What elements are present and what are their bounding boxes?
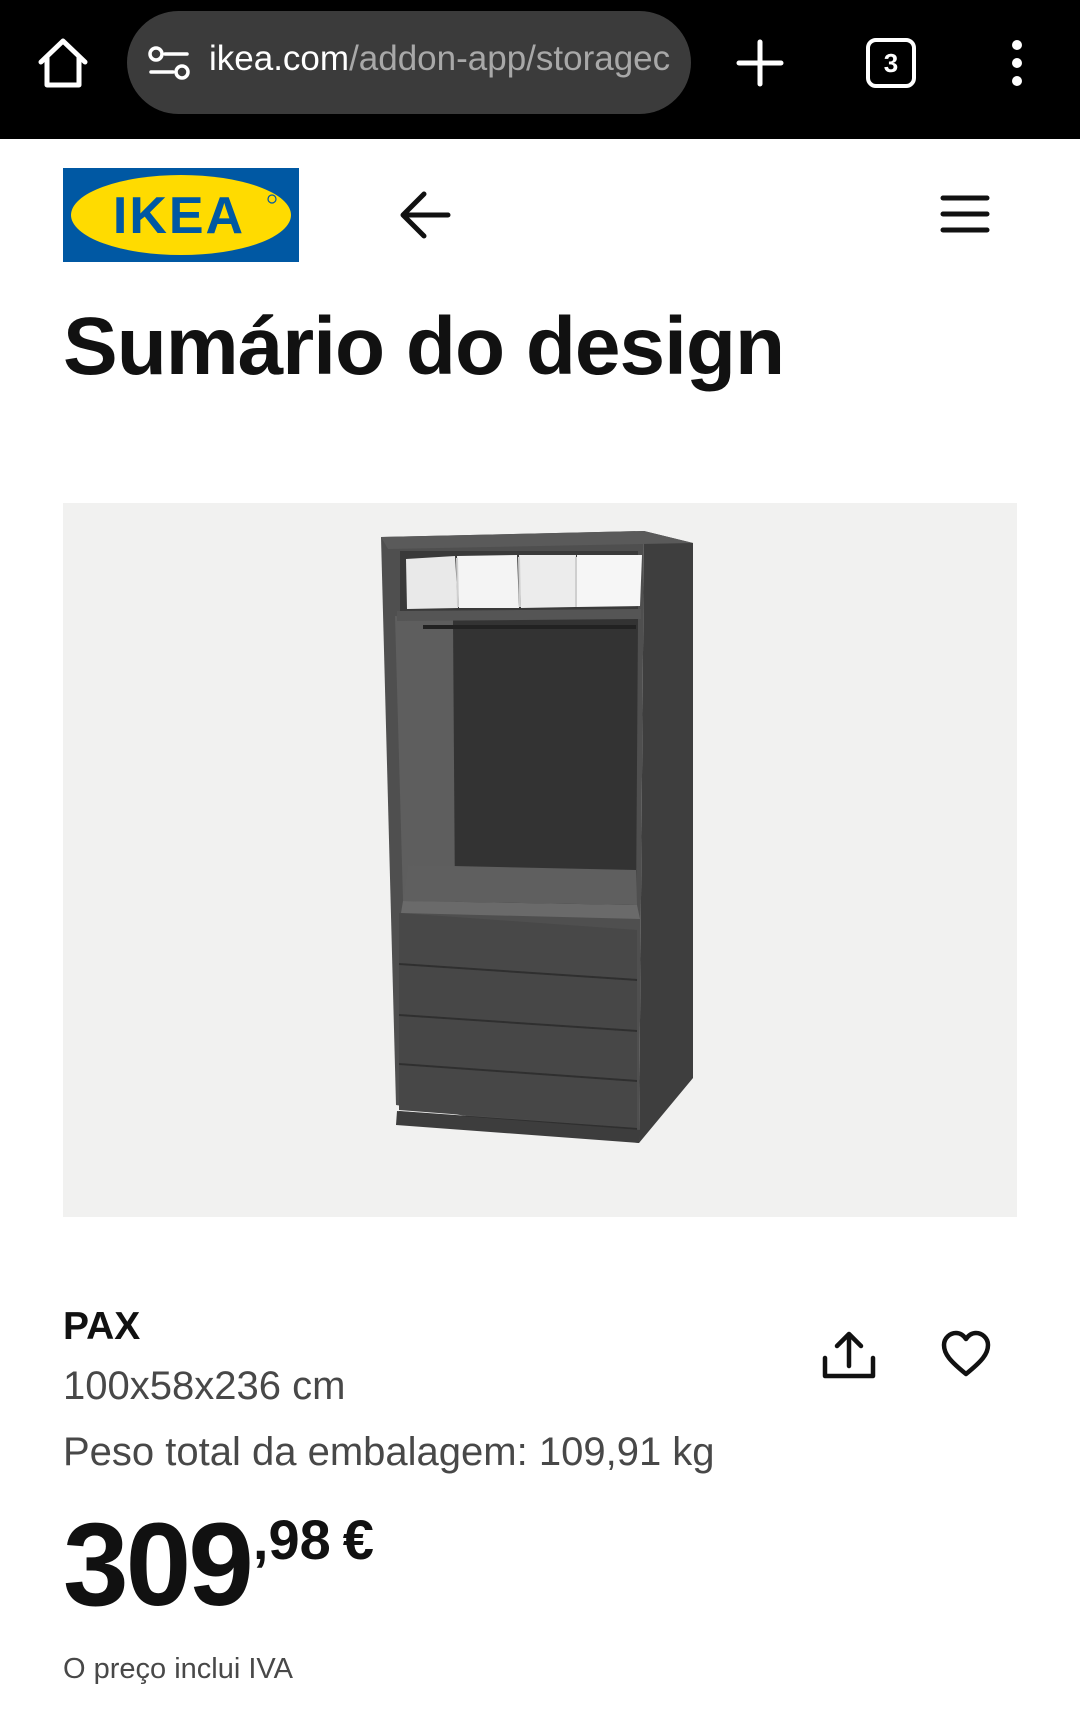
svg-text:IKEA: IKEA xyxy=(113,187,245,245)
home-icon xyxy=(38,38,88,88)
url-host: ikea.com xyxy=(209,39,350,78)
wardrobe-illustration xyxy=(381,531,693,1143)
product-price: 309,98 € xyxy=(63,1499,374,1631)
hamburger-menu-icon xyxy=(940,195,990,233)
price-currency: € xyxy=(342,1508,374,1571)
url-path: /addon-app/storagec xyxy=(349,39,671,78)
tax-note: O preço inclui IVA xyxy=(63,1653,293,1685)
share-button[interactable] xyxy=(820,1330,878,1380)
product-name: PAX xyxy=(63,1305,141,1348)
tab-switcher-button[interactable]: 3 xyxy=(866,38,916,88)
plus-icon xyxy=(736,39,784,87)
favourite-button[interactable] xyxy=(940,1330,992,1378)
url-text[interactable]: ikea.com/addon-app/storagec xyxy=(209,39,670,79)
product-dimensions: 100x58x236 cm xyxy=(63,1364,346,1408)
ikea-logo[interactable]: IKEA xyxy=(63,168,299,262)
more-vertical-icon xyxy=(1012,40,1022,86)
back-button[interactable] xyxy=(396,188,454,242)
price-decimal: ,98 xyxy=(252,1508,331,1571)
product-image[interactable] xyxy=(63,503,1017,1217)
home-button[interactable] xyxy=(36,36,90,90)
address-bar[interactable]: ikea.com/addon-app/storagec xyxy=(127,11,691,114)
tab-count: 3 xyxy=(883,48,899,78)
browser-toolbar: ikea.com/addon-app/storagec 3 xyxy=(0,0,1080,139)
more-options-button[interactable] xyxy=(1000,38,1034,88)
price-integer: 309 xyxy=(63,1499,254,1631)
new-tab-button[interactable] xyxy=(735,38,785,88)
heart-icon xyxy=(941,1330,991,1377)
share-icon xyxy=(822,1331,876,1379)
hamburger-menu-button[interactable] xyxy=(938,192,992,236)
site-settings-icon[interactable] xyxy=(147,45,191,81)
arrow-left-icon xyxy=(400,191,451,239)
product-weight: Peso total da embalagem: 109,91 kg xyxy=(63,1430,715,1474)
page-title: Sumário do design xyxy=(63,301,785,392)
